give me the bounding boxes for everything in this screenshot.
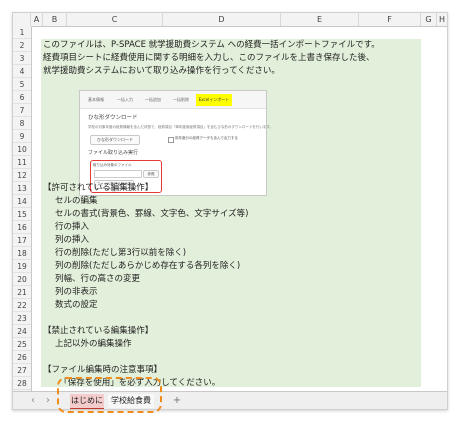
row-header[interactable]: 23 xyxy=(13,312,31,325)
row-header[interactable]: 27 xyxy=(13,364,31,377)
row-header[interactable]: 17 xyxy=(13,234,31,247)
panel-tab-active: Excelインポート xyxy=(196,94,232,106)
panel-browse-button: 参照 xyxy=(143,170,159,178)
checkbox-icon xyxy=(168,137,174,143)
section-heading[interactable]: 【ファイル編集時の注意事項】 xyxy=(43,364,162,377)
column-header-h[interactable]: H xyxy=(437,13,447,26)
column-header-c[interactable]: C xyxy=(67,13,163,26)
prev-sheet-arrow-icon[interactable]: ‹ xyxy=(31,392,35,409)
add-sheet-icon[interactable]: + xyxy=(170,394,184,408)
column-header-b[interactable]: B xyxy=(43,13,67,26)
row-header[interactable]: 15 xyxy=(13,208,31,221)
sheet-cell-text[interactable]: 列の非表示 xyxy=(55,286,98,299)
panel-tab: 一括追加 xyxy=(145,97,161,102)
row-header-bar: 1 2 3 4 5 6 7 8 9 10 11 12 13 14 15 16 1… xyxy=(13,26,32,391)
section-heading[interactable]: 【許可されている編集操作】 xyxy=(43,182,153,195)
tab-highlight-callout xyxy=(57,377,162,413)
panel-download-button: ひな形ダウンロード xyxy=(90,135,140,145)
sheet-cell-text[interactable]: 行の削除(ただし第3行以前を除く) xyxy=(55,247,186,260)
row-header[interactable]: 21 xyxy=(13,286,31,299)
column-header-f[interactable]: F xyxy=(359,13,421,26)
select-all-corner[interactable] xyxy=(13,13,31,26)
column-header-bar: A B C D E F G H xyxy=(13,13,447,27)
section-heading[interactable]: 【禁止されている編集操作】 xyxy=(43,325,153,338)
row-header[interactable]: 11 xyxy=(13,156,31,169)
spreadsheet-window: A B C D E F G H 1 2 3 4 5 6 7 8 9 10 11 … xyxy=(12,12,448,410)
panel-tab: 一括入力 xyxy=(117,97,133,102)
panel-download-title: ひな形ダウンロード xyxy=(88,115,138,121)
row-header[interactable]: 12 xyxy=(13,169,31,182)
sheet-cell-text[interactable]: セルの編集 xyxy=(55,195,98,208)
row-header[interactable]: 1 xyxy=(13,26,31,39)
row-header[interactable]: 19 xyxy=(13,260,31,273)
embedded-screenshot-panel: 基本情報 一括入力 一括追加 一括削除 Excelインポート ひな形ダウンロード… xyxy=(79,90,273,196)
column-header-a[interactable]: A xyxy=(31,13,43,26)
row-header[interactable]: 20 xyxy=(13,273,31,286)
sheet-cell-text[interactable]: 列の挿入 xyxy=(55,234,89,247)
panel-download-desc: 学校の対象年度の経費情報を含んだ状態で、経費項目「単年度用経費項目」を含むひな形… xyxy=(88,125,274,129)
sheet-cell-text[interactable]: 列幅、行の高さの変更 xyxy=(55,273,140,286)
panel-import-title: ファイル取り込み実行 xyxy=(88,150,139,156)
sheet-cell-text[interactable]: 数式の設定 xyxy=(55,299,98,312)
row-header[interactable]: 16 xyxy=(13,221,31,234)
row-header[interactable]: 8 xyxy=(13,117,31,130)
column-header-d[interactable]: D xyxy=(163,13,281,26)
row-header[interactable]: 22 xyxy=(13,299,31,312)
sheet-cell-text[interactable]: 経費項目シートに経費使用に関する明細を入力し、このファイルを上書き保存した後、 xyxy=(43,52,375,65)
row-header[interactable]: 4 xyxy=(13,65,31,78)
row-header[interactable]: 26 xyxy=(13,351,31,364)
row-header[interactable]: 28 xyxy=(13,377,31,390)
row-header[interactable]: 2 xyxy=(13,39,31,52)
panel-tab: 基本情報 xyxy=(88,97,104,102)
row-header[interactable]: 5 xyxy=(13,78,31,91)
column-header-g[interactable]: G xyxy=(421,13,437,26)
row-header[interactable]: 25 xyxy=(13,338,31,351)
panel-file-input xyxy=(94,170,142,178)
row-header[interactable]: 18 xyxy=(13,247,31,260)
row-header[interactable]: 10 xyxy=(13,143,31,156)
panel-tab: 一括削除 xyxy=(173,97,189,102)
row-header[interactable]: 9 xyxy=(13,130,31,143)
sheet-cell-text[interactable]: 就学援助費システムにおいて取り込み操作を行ってください。 xyxy=(43,65,280,78)
row-header[interactable]: 7 xyxy=(13,104,31,117)
row-header[interactable]: 6 xyxy=(13,91,31,104)
row-header[interactable]: 3 xyxy=(13,52,31,65)
panel-file-label: 取り込み対象のファイル xyxy=(93,163,132,167)
next-sheet-arrow-icon[interactable]: › xyxy=(46,392,50,409)
sheet-cell-text[interactable]: 上記以外の編集操作 xyxy=(55,338,132,351)
sheet-cell-text[interactable]: セルの書式(背景色、罫線、文字色、文字サイズ等) xyxy=(55,208,248,221)
column-header-e[interactable]: E xyxy=(281,13,359,26)
panel-checkbox-label: 前年度分の経費データも含んで出力する xyxy=(175,136,238,140)
sheet-cell-text[interactable]: 行の挿入 xyxy=(55,221,89,234)
sheet-cell-text[interactable]: このファイルは、P-SPACE 就学援助費システム への経費一括インポートファイ… xyxy=(43,39,380,52)
row-header[interactable]: 14 xyxy=(13,195,31,208)
row-header[interactable]: 13 xyxy=(13,182,31,195)
sheet-cell-text[interactable]: 列の削除(ただしあらかじめ存在する各列を除く) xyxy=(55,260,240,273)
row-header[interactable]: 24 xyxy=(13,325,31,338)
